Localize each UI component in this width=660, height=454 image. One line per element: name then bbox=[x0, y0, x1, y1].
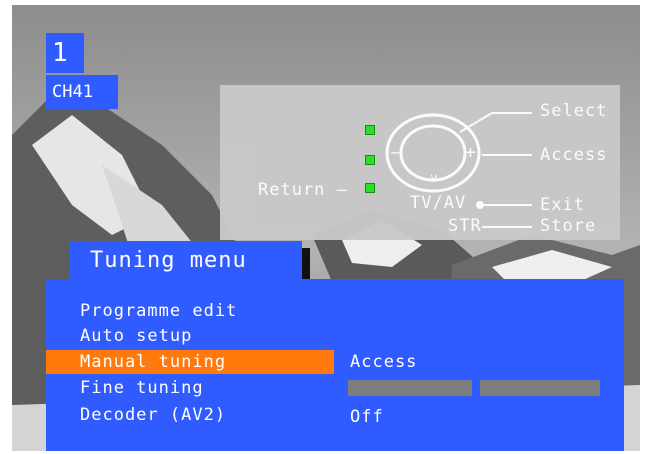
menu-item-manual-tuning[interactable]: Manual tuning bbox=[46, 350, 334, 374]
menu-item-decoder[interactable]: Decoder (AV2) bbox=[46, 403, 226, 427]
indicator-led-2 bbox=[365, 155, 375, 165]
tvav-label: TV/AV bbox=[410, 193, 467, 213]
menu-item-programme-edit[interactable]: Programme edit bbox=[46, 299, 237, 323]
menu-title: Tuning menu bbox=[70, 241, 302, 281]
menu-item-fine-tuning[interactable]: Fine tuning bbox=[46, 376, 204, 400]
tv-picture-background: 1 CH41 ^ v – + Select Access Return – TV… bbox=[12, 5, 640, 451]
return-label: Return – bbox=[258, 180, 348, 200]
remote-help-panel: ^ v – + Select Access Return – TV/AV Exi… bbox=[220, 85, 620, 240]
tuning-menu-panel: Programme edit Auto setup Manual tuning … bbox=[46, 279, 624, 451]
plus-icon: + bbox=[465, 142, 477, 163]
programme-number: 1 bbox=[46, 33, 84, 73]
channel-name: CH41 bbox=[46, 75, 118, 109]
menu-item-auto-setup[interactable]: Auto setup bbox=[46, 324, 192, 348]
up-arrow-icon: ^ bbox=[430, 112, 439, 127]
manual-tuning-value: Access bbox=[350, 352, 418, 372]
indicator-led-3 bbox=[365, 183, 375, 193]
decoder-value: Off bbox=[350, 407, 384, 427]
down-arrow-icon: v bbox=[430, 171, 439, 186]
access-label: Access bbox=[540, 145, 608, 165]
store-label: Store bbox=[540, 216, 597, 236]
exit-label: Exit bbox=[540, 195, 585, 215]
minus-icon: – bbox=[391, 142, 403, 163]
fine-tuning-bar-right[interactable] bbox=[480, 380, 600, 396]
str-label: STR bbox=[448, 216, 482, 236]
indicator-led-1 bbox=[365, 125, 375, 135]
select-label: Select bbox=[540, 101, 608, 121]
fine-tuning-bar-left[interactable] bbox=[348, 380, 472, 396]
